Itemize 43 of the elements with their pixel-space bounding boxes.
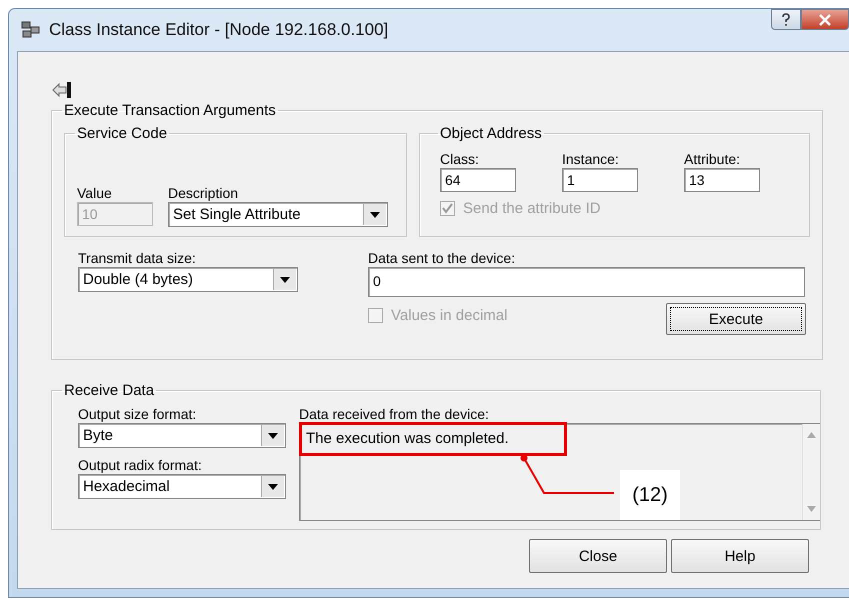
callout-label: (12) [620, 470, 680, 520]
field-label: Transmit data size: [78, 249, 197, 267]
output-text: The execution was completed. [306, 430, 509, 447]
data-input-field[interactable]: 0 [368, 267, 805, 297]
group-title: Service Code [76, 125, 168, 142]
field-label: Description [168, 184, 240, 202]
checkbox-label: Values in decimal [391, 307, 508, 324]
input-field[interactable]: 1 [562, 168, 638, 192]
field-label: Class: [440, 150, 480, 168]
arrow-card-icon [51, 80, 73, 100]
up-arrow-icon [807, 432, 816, 438]
input-field[interactable]: 13 [684, 168, 760, 192]
field-label: Value [77, 184, 113, 202]
field-label: Output size format: [78, 405, 198, 423]
input-field[interactable]: 64 [440, 168, 516, 192]
caret-icon [273, 269, 296, 290]
group-title: Receive Data [63, 382, 156, 399]
close-button[interactable] [801, 9, 849, 30]
window-title: Class Instance Editor - [Node 192.168.0.100] [49, 20, 388, 40]
field-label: Output radix format: [78, 456, 203, 474]
field-label: Instance: [562, 150, 620, 168]
close-dialog-button[interactable]: Close [529, 539, 667, 573]
close-icon [818, 14, 832, 26]
help-button[interactable] [771, 9, 801, 30]
field-label: Attribute: [684, 150, 742, 168]
scrollbar[interactable] [802, 424, 820, 520]
size-dropdown[interactable]: Double (4 bytes) [78, 267, 298, 292]
caret-icon [261, 425, 284, 446]
group-title: Object Address [439, 125, 543, 142]
execute-button[interactable]: Execute [666, 303, 806, 335]
field-label: Data received from the device: [299, 405, 490, 423]
checkbox-label: Send the attribute ID [463, 200, 601, 217]
network-nodes-icon [21, 21, 41, 39]
caret-icon [363, 204, 386, 225]
description-dropdown[interactable]: Set Single Attribute [168, 202, 388, 227]
down-arrow-icon [807, 506, 816, 512]
radix-format-dropdown[interactable]: Hexadecimal [78, 474, 286, 499]
caret-icon [261, 476, 284, 497]
help-dialog-button[interactable]: Help [671, 539, 809, 573]
help-icon [781, 12, 791, 26]
field-label: Data sent to the device: [368, 249, 516, 267]
size-format-dropdown[interactable]: Byte [78, 423, 286, 448]
group-title: Execute Transaction Arguments [63, 102, 277, 119]
